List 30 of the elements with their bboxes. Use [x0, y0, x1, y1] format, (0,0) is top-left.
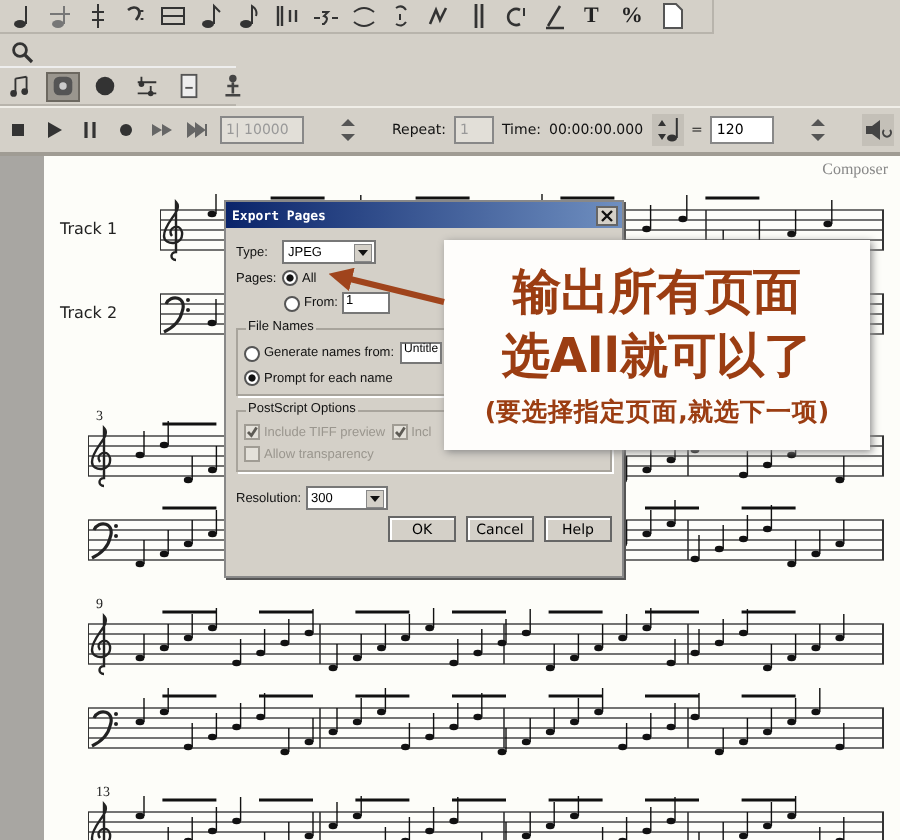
callout-note: (要选择指定页面,就选下一项)	[484, 396, 830, 430]
callout-heading: 输出所有页面	[513, 262, 801, 324]
dropdown-arrow-icon	[354, 243, 372, 261]
radio-button[interactable]	[284, 295, 300, 311]
track-label: Track 2	[60, 304, 120, 326]
tool-button[interactable]: %	[614, 4, 649, 28]
radio-button[interactable]	[244, 370, 260, 386]
stop-icon[interactable]	[6, 118, 30, 142]
document-icon	[176, 72, 202, 100]
composer-text: Composer	[820, 160, 888, 178]
slur-icon[interactable]	[350, 2, 378, 30]
barline-icon[interactable]	[274, 2, 302, 30]
staff-icon[interactable]	[160, 2, 188, 30]
notes-icon	[8, 72, 34, 100]
search-icon[interactable]	[10, 39, 34, 63]
skip-end-icon[interactable]	[186, 118, 210, 142]
track-label: Track 1	[60, 220, 120, 242]
close-icon[interactable]	[596, 205, 618, 225]
radio-button[interactable]	[282, 270, 298, 286]
page-icon[interactable]	[658, 2, 687, 30]
palette-button[interactable]	[46, 71, 80, 101]
callout-heading: 选All就可以了	[501, 326, 813, 388]
fast-forward-icon[interactable]	[150, 118, 174, 142]
dropdown-arrow-icon	[365, 489, 384, 507]
speaker-icon[interactable]	[862, 114, 895, 146]
play-icon[interactable]	[42, 118, 66, 142]
radio-button[interactable]	[244, 345, 260, 361]
record-icon[interactable]	[114, 118, 138, 142]
tool-button[interactable]: T	[578, 4, 605, 28]
pause-icon[interactable]	[78, 118, 102, 142]
